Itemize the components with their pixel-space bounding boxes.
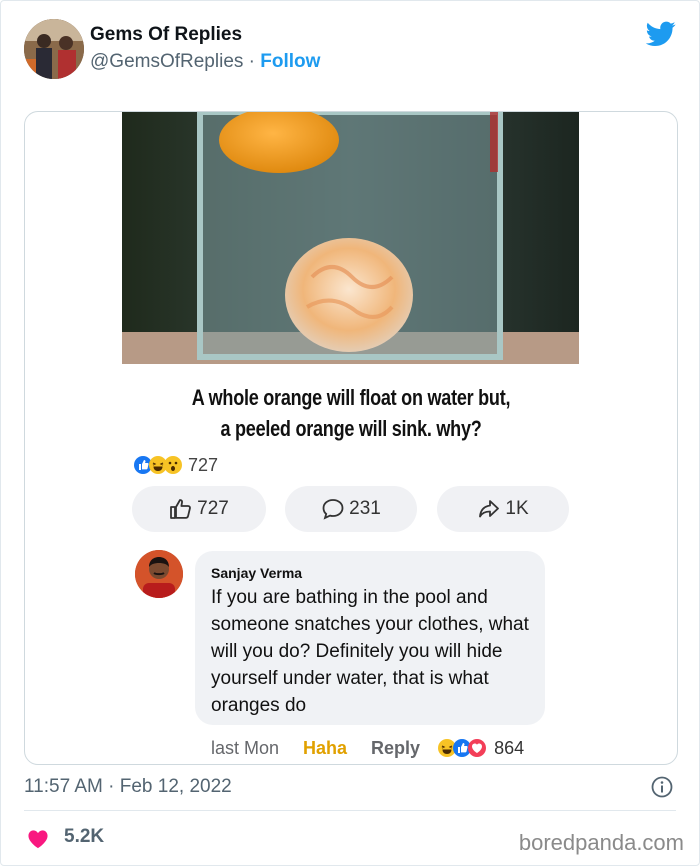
reply-link[interactable]: Reply	[371, 738, 420, 759]
comment-count: 231	[349, 498, 381, 519]
question-line-2: a peeled orange will sink. why?	[220, 416, 482, 441]
orange-photo	[122, 112, 579, 364]
handle-separator: ·	[248, 51, 255, 72]
commenter-avatar[interactable]	[135, 550, 183, 598]
tweet-like-count[interactable]: 5.2K	[64, 826, 104, 848]
share-count: 1K	[505, 498, 529, 519]
reactions-count: 727	[188, 454, 219, 475]
info-icon[interactable]	[651, 776, 673, 798]
comment-icon	[322, 499, 344, 520]
watermark: boredpanda.com	[518, 830, 684, 855]
thumbs-up-icon	[170, 499, 191, 519]
comment-button[interactable]: 231	[285, 486, 417, 532]
comment-reactions-count: 864	[494, 737, 525, 758]
comment-time[interactable]: last Mon	[211, 738, 279, 759]
share-button[interactable]: 1K	[437, 486, 569, 532]
like-button[interactable]: 727	[132, 486, 266, 532]
twitter-bird-icon[interactable]	[646, 21, 676, 47]
comment-reactions[interactable]: 864	[438, 738, 524, 759]
media-card[interactable]: A whole orange will float on water but, …	[24, 111, 678, 765]
wow-reaction-icon	[164, 456, 182, 474]
share-icon	[479, 500, 500, 518]
commenter-name[interactable]: Sanjay Verma	[211, 565, 302, 581]
author-avatar[interactable]	[24, 19, 84, 79]
post-reactions[interactable]: 727	[134, 454, 218, 476]
tweet-timestamp[interactable]: 11:57 AM · Feb 12, 2022	[24, 776, 232, 798]
follow-button[interactable]: Follow	[260, 51, 320, 72]
comment-bubble: Sanjay Verma If you are bathing in the p…	[195, 551, 545, 725]
author-handle[interactable]: @GemsOfReplies	[90, 51, 243, 72]
post-question: A whole orange will float on water but, …	[84, 382, 619, 444]
question-line-1: A whole orange will float on water but,	[191, 385, 511, 410]
like-count: 727	[197, 498, 229, 519]
haha-link[interactable]: Haha	[303, 738, 347, 759]
love-reaction-icon	[468, 739, 487, 757]
author-name[interactable]: Gems Of Replies	[90, 24, 242, 46]
comment-text: If you are bathing in the pool and someo…	[211, 587, 529, 716]
author-handle-row: @GemsOfReplies · Follow	[90, 51, 320, 73]
heart-icon[interactable]	[27, 829, 49, 849]
comment-footer: last Mon Haha Reply 864	[211, 736, 524, 760]
footer-divider	[24, 810, 676, 811]
